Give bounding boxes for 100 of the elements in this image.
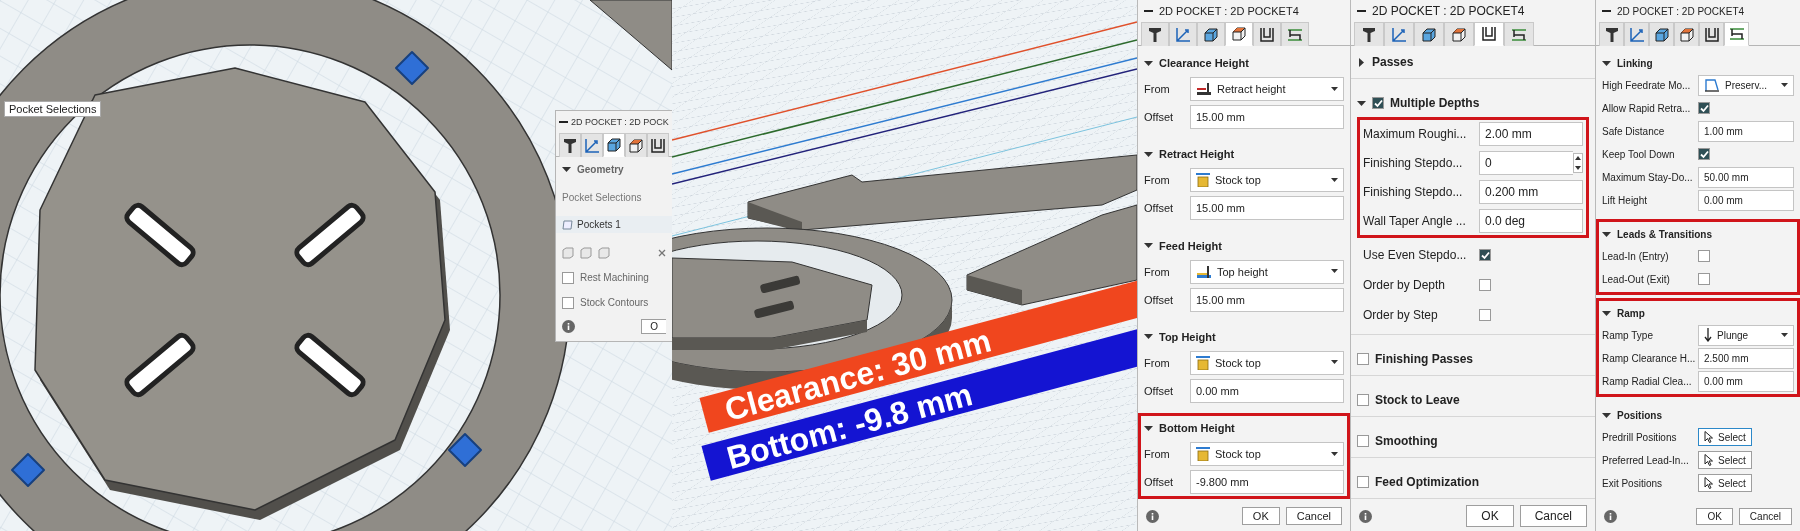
caret-icon[interactable] [1144, 149, 1153, 159]
checkbox[interactable] [562, 296, 574, 309]
tab[interactable] [1599, 22, 1624, 46]
input-field[interactable]: 0 [1479, 151, 1573, 175]
input-field[interactable]: 0.200 mm [1479, 180, 1583, 204]
tab[interactable] [1414, 22, 1444, 46]
checkbox[interactable] [1357, 394, 1369, 406]
caret-icon[interactable] [1602, 58, 1611, 68]
dropdown[interactable]: Top height [1190, 259, 1344, 284]
input-field[interactable]: 15.00 mm [1190, 105, 1344, 129]
input-field[interactable]: 0.00 mm [1698, 370, 1794, 392]
select-button[interactable]: Select [1698, 428, 1752, 446]
caret-icon[interactable] [1144, 241, 1153, 250]
input-field[interactable]: 0.0 deg [1479, 209, 1583, 233]
checkbox[interactable] [1372, 97, 1384, 109]
input-field[interactable]: 15.00 mm [1190, 287, 1344, 312]
input-field[interactable]: 0.00 mm [1190, 378, 1344, 403]
tab[interactable] [1225, 22, 1253, 46]
cancel-button[interactable]: Cancel [1519, 505, 1587, 527]
tab[interactable] [1197, 22, 1225, 46]
input-field[interactable]: 0.00 mm [1698, 189, 1794, 211]
minimize-icon[interactable] [1602, 9, 1611, 13]
caret-icon[interactable] [1602, 229, 1611, 239]
input-field[interactable]: 50.00 mm [1698, 166, 1794, 188]
field-label: Allow Rapid Retra... [1602, 102, 1692, 114]
tab[interactable] [625, 133, 647, 157]
tab[interactable] [1649, 22, 1674, 46]
section-title: Multiple Depths [1390, 96, 1480, 110]
tool-icon [1604, 26, 1619, 43]
checkbox[interactable] [1479, 309, 1491, 321]
tab[interactable] [647, 133, 669, 157]
field-label: Preferred Lead-In... [1602, 454, 1690, 466]
tab[interactable] [1444, 22, 1474, 46]
tab[interactable] [1281, 22, 1309, 46]
info-icon[interactable] [1146, 509, 1159, 523]
cancel-button[interactable]: Cancel [1738, 507, 1792, 525]
dropdown[interactable]: Stock top [1190, 168, 1344, 193]
tab[interactable] [1504, 22, 1534, 46]
ok-button[interactable]: OK [1241, 507, 1280, 525]
checkbox[interactable] [1357, 476, 1369, 488]
dropdown-caret-icon [1331, 360, 1338, 366]
checkbox[interactable] [562, 271, 574, 284]
checkbox[interactable] [1479, 249, 1491, 261]
ok-button[interactable]: OK [1466, 505, 1514, 527]
caret-icon[interactable] [1602, 410, 1611, 420]
field-label: Ramp Clearance H... [1602, 352, 1694, 364]
dropdown[interactable]: Preserv... [1698, 74, 1794, 96]
input-field[interactable]: 1.00 mm [1698, 120, 1794, 142]
caret-icon[interactable] [1144, 58, 1153, 68]
select-button[interactable]: Select [1698, 451, 1752, 469]
dialog-title: 2D POCKET : 2D POCKET4 [1159, 5, 1299, 17]
minimize-icon[interactable] [559, 120, 568, 124]
select-button[interactable]: Select [1698, 474, 1752, 492]
input-field[interactable]: 2.500 mm [1698, 347, 1794, 369]
tab[interactable] [1724, 22, 1749, 46]
caret-icon[interactable] [1357, 57, 1366, 67]
caret-icon[interactable] [1144, 423, 1153, 433]
checkbox[interactable] [1479, 279, 1491, 291]
input-field[interactable]: 15.00 mm [1190, 196, 1344, 221]
tab[interactable] [1354, 22, 1384, 46]
caret-icon[interactable] [1602, 308, 1611, 318]
cancel-button[interactable]: Cancel [1285, 507, 1342, 525]
section-title: Feed Optimization [1375, 475, 1479, 489]
dropdown[interactable]: Stock top [1190, 350, 1344, 375]
checkbox[interactable] [1698, 148, 1710, 160]
ok-button[interactable]: OK [1696, 507, 1733, 525]
tab[interactable] [603, 133, 625, 157]
tab[interactable] [1699, 22, 1724, 46]
checkbox[interactable] [1698, 102, 1710, 114]
checkbox[interactable] [1357, 435, 1369, 447]
checkbox[interactable] [1698, 273, 1710, 285]
tab[interactable] [1674, 22, 1699, 46]
input-field[interactable]: -9.800 mm [1190, 470, 1344, 494]
checkbox[interactable] [1698, 250, 1710, 262]
dropdown[interactable]: Plunge [1698, 324, 1794, 346]
spinner-arrows-icon[interactable] [1573, 153, 1583, 173]
minimize-icon[interactable] [1357, 9, 1366, 13]
selection-item[interactable]: Pockets 1 [556, 216, 672, 234]
field-label: From [1144, 174, 1171, 187]
input-field[interactable]: 2.00 mm [1479, 122, 1583, 146]
close-icon[interactable] [658, 248, 666, 257]
info-icon[interactable] [1359, 509, 1372, 523]
minimize-icon[interactable] [1144, 9, 1153, 13]
section-title: Linking [1617, 57, 1653, 69]
tab[interactable] [1141, 22, 1169, 46]
checkbox[interactable] [1357, 353, 1369, 365]
info-icon[interactable] [562, 319, 575, 333]
caret-icon[interactable] [1144, 332, 1153, 342]
dropdown[interactable]: Stock top [1190, 442, 1344, 466]
dropdown-caret-icon [1781, 82, 1788, 88]
field-label: Offset [1144, 293, 1175, 306]
caret-icon[interactable] [1357, 98, 1366, 108]
info-icon[interactable] [1604, 509, 1617, 523]
ok-button[interactable]: O [641, 318, 666, 334]
caret-icon[interactable] [562, 164, 571, 174]
tab[interactable] [559, 133, 581, 157]
tab[interactable] [1253, 22, 1281, 46]
tab[interactable] [1474, 22, 1504, 46]
field-label: From [1144, 448, 1171, 460]
dropdown[interactable]: Retract height [1190, 77, 1344, 101]
